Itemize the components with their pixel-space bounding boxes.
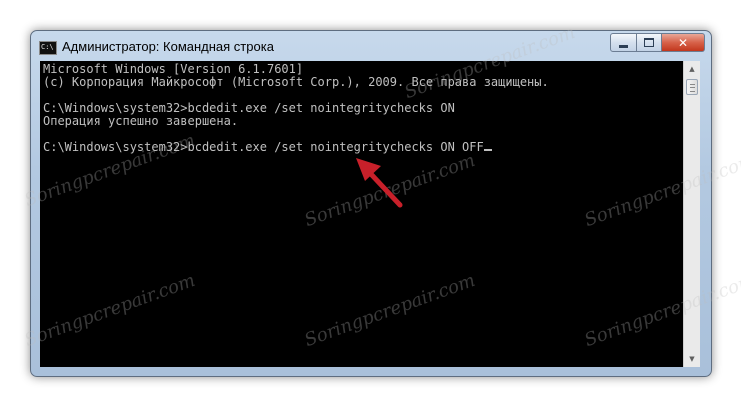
- minimize-icon: [619, 44, 628, 48]
- arrow-up-icon[interactable]: ▲: [684, 61, 700, 77]
- window-title: Администратор: Командная строка: [62, 39, 274, 54]
- window-controls: ✕: [610, 33, 705, 52]
- maximize-button[interactable]: [637, 33, 662, 52]
- console-input: C:\Windows\system32>bcdedit.exe /set noi…: [43, 140, 484, 154]
- scroll-thumb[interactable]: [686, 79, 698, 95]
- text-cursor: [483, 149, 492, 151]
- console-window: C:\ Администратор: Командная строка ✕ Mi…: [30, 30, 712, 377]
- vertical-scrollbar[interactable]: ▲ ▼: [683, 61, 700, 367]
- maximize-icon: [644, 38, 654, 47]
- close-button[interactable]: ✕: [662, 33, 705, 52]
- title-bar[interactable]: C:\ Администратор: Командная строка ✕: [31, 31, 711, 61]
- console-line: (c) Корпорация Майкрософт (Microsoft Cor…: [43, 75, 549, 89]
- console-output[interactable]: Microsoft Windows [Version 6.1.7601] (c) …: [40, 61, 683, 367]
- console-text: Microsoft Windows [Version 6.1.7601] (c) …: [43, 63, 549, 154]
- minimize-button[interactable]: [610, 33, 637, 52]
- grip-icon: [690, 84, 695, 92]
- console-prompt-line[interactable]: C:\Windows\system32>bcdedit.exe /set noi…: [43, 141, 549, 154]
- close-icon: ✕: [677, 35, 689, 50]
- console-line: Операция успешно завершена.: [43, 114, 239, 128]
- arrow-down-icon[interactable]: ▼: [684, 351, 700, 367]
- cmd-icon: C:\: [39, 41, 57, 55]
